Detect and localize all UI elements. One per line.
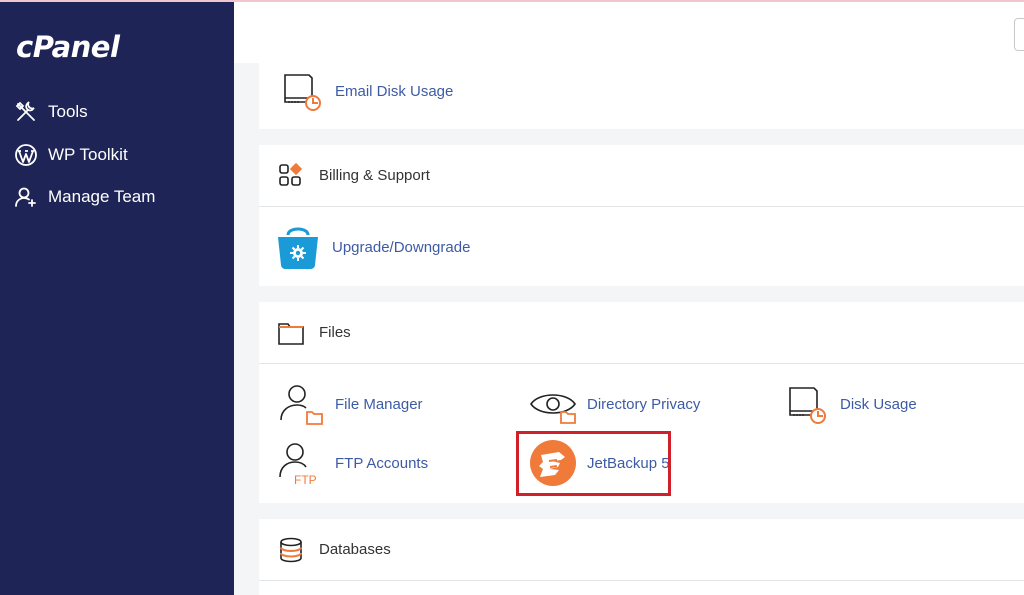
top-bar [234,2,1024,63]
email-section: Email Disk Usage [259,63,1024,129]
disk-usage-link[interactable]: Disk Usage [782,380,917,428]
item-label: Disk Usage [840,395,917,413]
billing-support-icon [279,162,303,186]
section-header[interactable]: Databases [259,519,1024,581]
section-title: Billing & Support [319,167,430,184]
directory-privacy-link[interactable]: Directory Privacy [529,380,700,428]
databases-icon [280,537,302,562]
main-content: Email Disk Usage Billing & Support Upgra… [234,0,1024,595]
item-label: Email Disk Usage [335,82,454,100]
upgrade-downgrade-icon [278,227,318,269]
wordpress-icon [15,144,37,166]
cpanel-logo[interactable]: cPanel [16,30,120,64]
tools-icon [15,101,35,121]
section-title: Files [319,324,351,341]
item-label: Directory Privacy [587,395,701,413]
email-disk-usage-icon [284,74,321,111]
section-header[interactable]: Files [259,302,1024,364]
ftp-accounts-icon: FTP [279,443,317,487]
sidebar-item-label: Tools [48,102,88,121]
sidebar-item-label: WP Toolkit [48,145,128,164]
manage-team-icon [15,187,36,207]
item-label: File Manager [335,395,423,413]
item-label: Upgrade/Downgrade [332,238,471,256]
folder-icon [278,322,304,345]
ftp-accounts-link[interactable]: FTP FTP Accounts [277,439,428,487]
section-header[interactable]: Billing & Support [259,145,1024,207]
directory-privacy-icon [530,394,576,424]
sidebar-item-tools[interactable]: Tools [14,97,88,127]
item-label: FTP Accounts [335,454,429,472]
top-accent-line [0,0,1024,2]
sidebar-item-wp-toolkit[interactable]: WP Toolkit [14,140,128,170]
disk-usage-icon [789,387,826,424]
billing-support-section: Billing & Support Upgrade/Downgrade [259,145,1024,286]
jetbackup-highlight-box [516,431,671,496]
ftp-icon-label: FTP [294,473,317,487]
section-title: Databases [319,541,391,558]
sidebar: cPanel Tools WP Toolkit Manage Team [0,0,234,595]
sidebar-item-manage-team[interactable]: Manage Team [14,182,155,212]
email-disk-usage-link[interactable]: Email Disk Usage [277,67,453,115]
file-manager-icon [280,385,323,425]
sidebar-item-label: Manage Team [48,187,156,206]
databases-section: Databases [259,519,1024,595]
search-box[interactable] [1014,18,1024,51]
file-manager-link[interactable]: File Manager [277,380,423,428]
upgrade-downgrade-link[interactable]: Upgrade/Downgrade [274,223,470,271]
